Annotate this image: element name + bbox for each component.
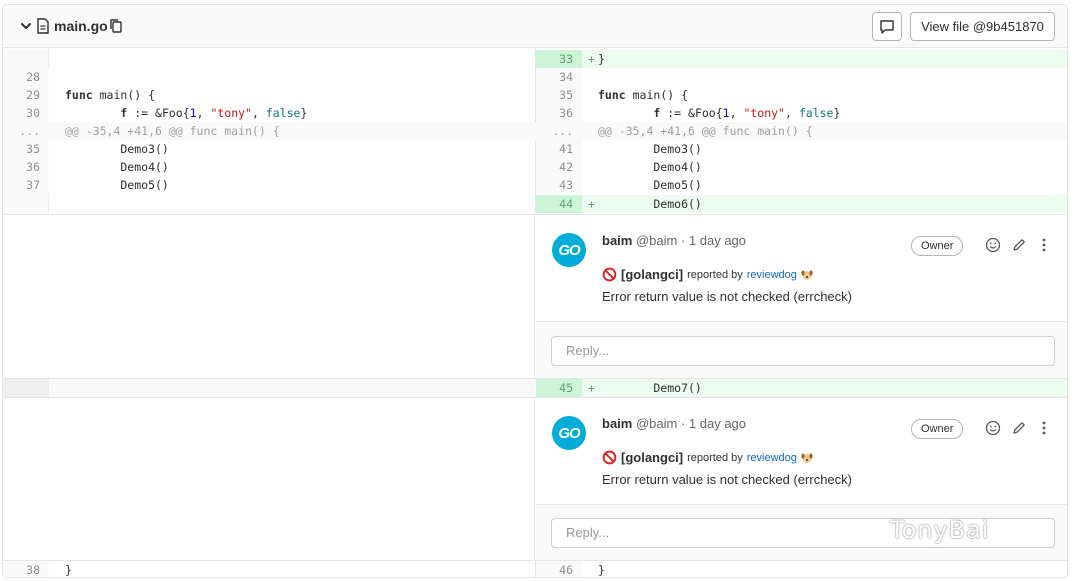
reporter-link[interactable]: reviewdog <box>747 452 797 464</box>
owner-badge: Owner <box>911 419 964 439</box>
ellipsis-v-icon[interactable] <box>1036 420 1052 436</box>
reply-area: Reply... <box>536 321 1067 378</box>
note-time: · 1 day ago <box>680 233 747 248</box>
reporter-link[interactable]: reviewdog <box>747 269 797 281</box>
tool-name: [golangci] <box>621 450 684 465</box>
line-number[interactable]: 43 <box>536 176 582 194</box>
author-handle[interactable]: @baim <box>636 416 677 431</box>
toggle-comments-button[interactable] <box>872 12 902 41</box>
code-text: f := &Foo{1, "tony", false} <box>653 106 841 120</box>
code-text: } <box>598 563 605 577</box>
diff-line: 30 f := &Foo{1, "tony", false} 36 f := &… <box>3 104 1067 122</box>
line-number[interactable]: 46 <box>536 561 582 577</box>
hunk-header[interactable]: ... @@ -35,4 +41,6 @@ func main() { ... … <box>3 122 1067 140</box>
code-text: f := &Foo{1, "tony", false} <box>120 106 308 120</box>
diff-line: 36 Demo4() 42 Demo4() <box>3 158 1067 176</box>
empty-left-cell <box>3 215 535 378</box>
code-text: Demo5() <box>598 178 702 192</box>
line-number[interactable]: 38 <box>3 561 49 577</box>
pencil-icon[interactable] <box>1011 237 1027 253</box>
diff-line: 35 Demo3() 41 Demo3() <box>3 140 1067 158</box>
note-time: · 1 day ago <box>680 416 747 431</box>
ellipsis-v-icon[interactable] <box>1036 237 1052 253</box>
code-text: Demo4() <box>65 160 169 174</box>
column-divider <box>535 561 536 577</box>
diff-sign: + <box>582 50 1067 68</box>
line-number[interactable]: 35 <box>3 140 49 158</box>
empty-left-line <box>3 379 535 397</box>
line-number[interactable]: 36 <box>536 104 582 122</box>
line-number[interactable]: 45 <box>536 379 582 397</box>
line-number[interactable]: 35 <box>536 86 582 104</box>
note-author: baim @baim · 1 day ago <box>602 233 746 248</box>
reported-by: reported by <box>687 451 743 464</box>
diff-line-added: 45 + Demo7() <box>536 379 1067 397</box>
note-message: Error return value is not checked (errch… <box>602 289 852 304</box>
line-number[interactable]: 42 <box>536 158 582 176</box>
author-handle[interactable]: @baim <box>636 233 677 248</box>
reply-input[interactable]: Reply... <box>551 336 1055 366</box>
note-header: [golangci] reported by reviewdog <box>602 267 813 282</box>
smiley-icon[interactable] <box>985 420 1001 436</box>
code-text: func main() { <box>598 88 689 102</box>
file-header: main.go View file @9b451870 <box>3 5 1067 48</box>
avatar[interactable]: GO <box>552 416 586 450</box>
author-name[interactable]: baim <box>602 233 632 248</box>
pencil-icon[interactable] <box>1011 420 1027 436</box>
expand-button[interactable]: ... <box>3 122 49 140</box>
discussion-thread: GO baim @baim · 1 day ago Owner [golangc… <box>536 215 1067 378</box>
diff-line: 37 Demo5() 43 Demo5() <box>3 176 1067 194</box>
line-number[interactable]: 36 <box>3 158 49 176</box>
comment-icon <box>880 19 894 34</box>
line-number[interactable]: 30 <box>3 104 49 122</box>
diff-line-added: 33 + } <box>536 50 1067 68</box>
diff-line: 29 func main() { 35 func main() { <box>3 86 1067 104</box>
diff-line: 28 34 <box>3 68 1067 86</box>
code-text: Demo6() <box>598 197 702 211</box>
copy-icon[interactable] <box>109 18 123 34</box>
watermark: TonyBai <box>890 516 990 544</box>
note-author: baim @baim · 1 day ago <box>602 416 746 431</box>
view-file-button[interactable]: View file @9b451870 <box>910 12 1055 41</box>
no-entry-icon <box>602 450 617 465</box>
file-icon <box>37 18 49 34</box>
avatar[interactable]: GO <box>552 233 586 267</box>
author-name[interactable]: baim <box>602 416 632 431</box>
empty-left-cell <box>3 398 535 560</box>
hunk-text: @@ -35,4 +41,6 @@ func main() { <box>598 122 813 140</box>
no-entry-icon <box>602 267 617 282</box>
line-number[interactable]: 44 <box>536 195 582 213</box>
chevron-down-icon[interactable] <box>19 19 33 33</box>
expand-button[interactable]: ... <box>536 122 582 140</box>
line-number[interactable]: 28 <box>3 68 49 86</box>
line-number[interactable]: 34 <box>536 68 582 86</box>
hunk-text: @@ -35,4 +41,6 @@ func main() { <box>65 122 280 140</box>
code-text: } <box>65 563 72 577</box>
reported-by: reported by <box>687 268 743 281</box>
dog-emoji-icon <box>801 452 813 463</box>
code-text: Demo7() <box>598 381 702 395</box>
code-text: } <box>598 52 605 66</box>
tool-name: [golangci] <box>621 267 684 282</box>
line-number <box>3 379 49 397</box>
code-text: Demo5() <box>65 178 169 192</box>
code-text: Demo3() <box>598 142 702 156</box>
note-header: [golangci] reported by reviewdog <box>602 450 813 465</box>
code-text: Demo3() <box>65 142 169 156</box>
note-message: Error return value is not checked (errch… <box>602 472 852 487</box>
owner-badge: Owner <box>911 236 964 256</box>
line-number[interactable]: 37 <box>3 176 49 194</box>
diff-file: main.go View file @9b451870 33 + } 28 34… <box>2 4 1068 578</box>
diff-line-added: 44 + Demo6() <box>536 195 1067 213</box>
code-text: Demo4() <box>598 160 702 174</box>
line-number[interactable]: 41 <box>536 140 582 158</box>
file-name[interactable]: main.go <box>54 18 108 34</box>
line-number[interactable]: 33 <box>536 50 582 68</box>
dog-emoji-icon <box>801 269 813 280</box>
code-text: func main() { <box>65 88 156 102</box>
smiley-icon[interactable] <box>985 237 1001 253</box>
line-number[interactable]: 29 <box>3 86 49 104</box>
